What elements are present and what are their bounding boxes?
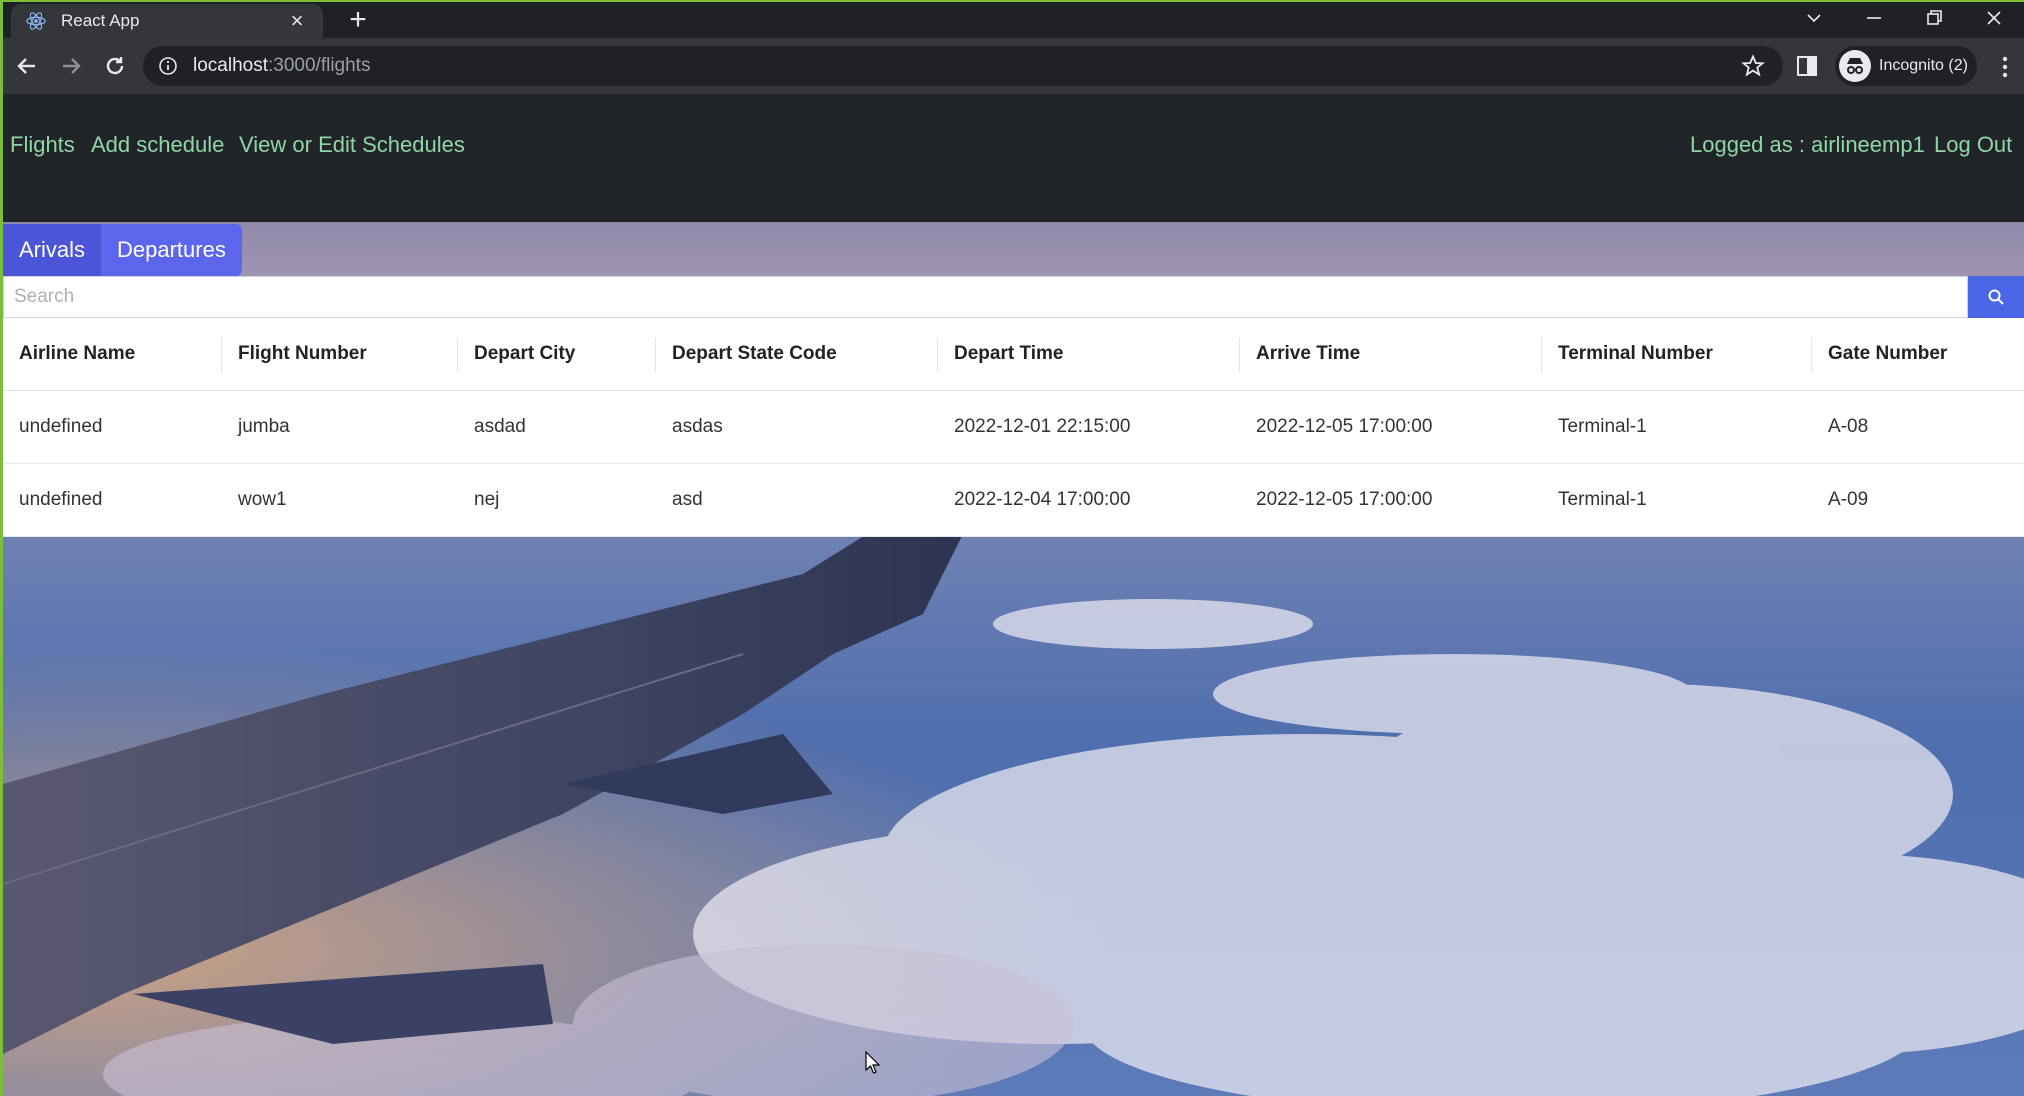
minimize-icon[interactable]: [1844, 2, 1904, 34]
cell-arrive-time: 2022-12-05 17:00:00: [1240, 390, 1542, 464]
header-flight-number[interactable]: Flight Number: [222, 318, 458, 391]
page-content: Flights Add schedule View or Edit Schedu…: [3, 94, 2024, 1096]
profile-button[interactable]: Incognito (2): [1835, 46, 1977, 86]
cell-arrive-time: 2022-12-05 17:00:00: [1240, 463, 1542, 537]
cell-terminal-number: Terminal-1: [1542, 463, 1812, 537]
cell-depart-state-code: asd: [656, 463, 938, 537]
search-button[interactable]: [1968, 276, 2024, 318]
side-panel-icon[interactable]: [1796, 55, 1818, 77]
tab-arrivals[interactable]: Arivals: [3, 224, 102, 276]
cell-airline-name: undefined: [3, 463, 222, 537]
app-navbar: Flights Add schedule View or Edit Schedu…: [3, 94, 2024, 222]
tab-title: React App: [61, 11, 140, 30]
search-bar: [3, 276, 2024, 318]
header-gate-number[interactable]: Gate Number: [1812, 318, 2024, 391]
profile-label: Incognito (2): [1879, 57, 1968, 74]
cell-airline-name: undefined: [3, 390, 222, 464]
nav-flights-link[interactable]: Flights: [10, 132, 75, 158]
incognito-icon: [1839, 50, 1871, 82]
header-depart-time[interactable]: Depart Time: [938, 318, 1240, 391]
flight-direction-tabs: Arivals Departures: [3, 224, 242, 276]
cell-depart-city: nej: [458, 463, 656, 537]
mouse-cursor-icon: [865, 1051, 881, 1074]
tab-strip: React App × +: [3, 2, 2024, 38]
tab-search-icon[interactable]: [1784, 2, 1844, 34]
cell-gate-number: A-09: [1812, 463, 2024, 537]
header-depart-city[interactable]: Depart City: [458, 318, 656, 391]
header-arrive-time[interactable]: Arrive Time: [1240, 318, 1542, 391]
logout-link[interactable]: Log Out: [1934, 132, 2012, 158]
header-airline-name[interactable]: Airline Name: [3, 318, 222, 391]
address-bar[interactable]: localhost:3000/flights: [143, 46, 1783, 86]
search-input[interactable]: [3, 276, 1968, 318]
react-favicon-icon: [26, 12, 46, 30]
cell-depart-state-code: asdas: [656, 390, 938, 464]
nav-add-schedule-link[interactable]: Add schedule: [91, 132, 224, 158]
forward-icon[interactable]: [49, 44, 93, 88]
header-depart-state-code[interactable]: Depart State Code: [656, 318, 938, 391]
search-icon: [1988, 289, 2004, 305]
reload-icon[interactable]: [93, 44, 137, 88]
table-header-row: Airline Name Flight Number Depart City D…: [3, 318, 2024, 391]
flights-table: Airline Name Flight Number Depart City D…: [3, 318, 2024, 537]
kebab-menu-icon[interactable]: [1993, 54, 2017, 80]
close-icon[interactable]: ×: [285, 10, 309, 32]
window-controls: [1784, 2, 2024, 34]
cell-terminal-number: Terminal-1: [1542, 390, 1812, 464]
cell-depart-city: asdad: [458, 390, 656, 464]
airplane-wing-background: [3, 424, 2024, 1096]
nav-edit-schedules-link[interactable]: View or Edit Schedules: [239, 132, 465, 158]
logged-in-user: Logged as : airlineemp1: [1690, 132, 1925, 157]
info-icon[interactable]: [157, 55, 179, 77]
browser-toolbar: localhost:3000/flights Incognito (2): [3, 38, 2024, 94]
cell-depart-time: 2022-12-04 17:00:00: [938, 463, 1240, 537]
table-row[interactable]: undefined jumba asdad asdas 2022-12-01 2…: [3, 390, 2024, 464]
header-terminal-number[interactable]: Terminal Number: [1542, 318, 1812, 391]
browser-window: React App × + localhost:3000/flights In…: [0, 0, 2024, 1096]
window-close-icon[interactable]: [1964, 2, 2024, 34]
restore-icon[interactable]: [1904, 2, 1964, 34]
star-icon[interactable]: [1741, 54, 1765, 78]
cell-depart-time: 2022-12-01 22:15:00: [938, 390, 1240, 464]
tab-departures[interactable]: Departures: [101, 224, 242, 276]
cell-flight-number: jumba: [222, 390, 458, 464]
back-icon[interactable]: [5, 44, 49, 88]
table-row[interactable]: undefined wow1 nej asd 2022-12-04 17:00:…: [3, 463, 2024, 537]
browser-tab[interactable]: React App ×: [11, 4, 323, 38]
cell-flight-number: wow1: [222, 463, 458, 537]
cell-gate-number: A-08: [1812, 390, 2024, 464]
url-host: localhost: [193, 55, 268, 76]
url-path: :3000/flights: [268, 55, 371, 76]
plus-icon[interactable]: +: [343, 5, 373, 36]
